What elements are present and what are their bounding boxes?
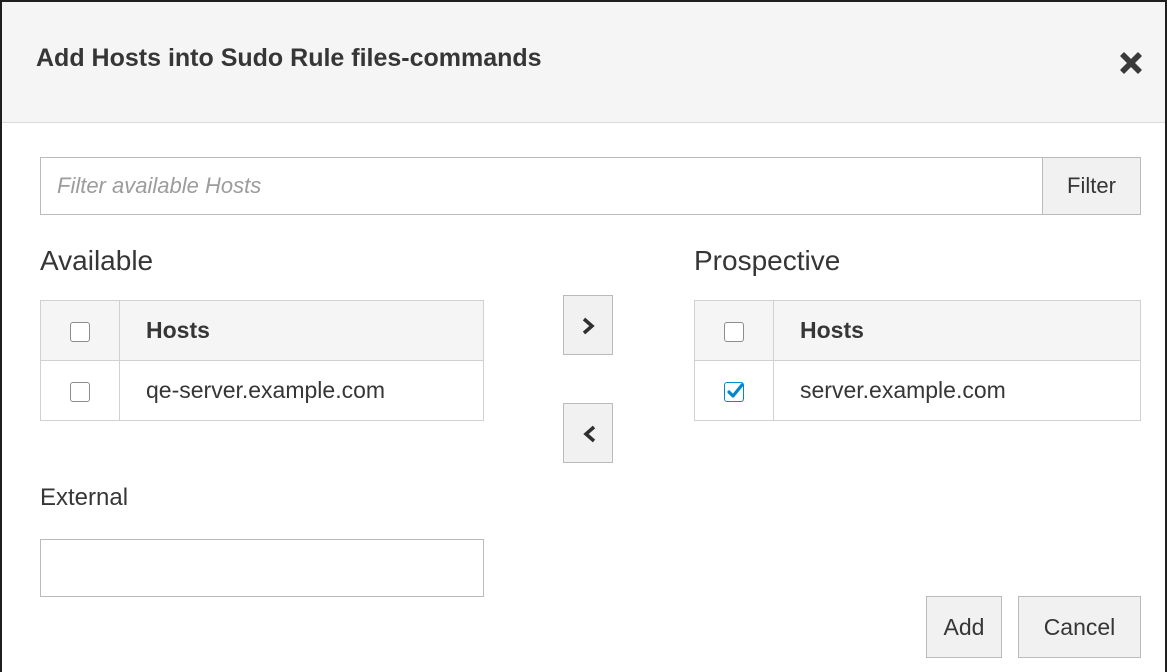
- prospective-label: Prospective: [694, 245, 841, 276]
- dialog-title: Add Hosts into Sudo Rule files-commands: [36, 44, 542, 72]
- chevron-left-icon: [583, 425, 596, 443]
- prospective-select-all-checkbox[interactable]: [724, 321, 744, 342]
- table-header-row: Hosts: [694, 300, 1141, 361]
- chevron-right-icon: [582, 317, 595, 335]
- host-name-cell: qe-server.example.com: [119, 360, 484, 421]
- row-checkbox-cell: [694, 360, 774, 421]
- available-row-checkbox[interactable]: [70, 381, 90, 402]
- hosts-column-header: Hosts: [773, 300, 1141, 361]
- checkmark-icon: [727, 383, 744, 398]
- add-hosts-dialog: Add Hosts into Sudo Rule files-commands …: [0, 0, 1167, 672]
- available-hosts-table: Hosts qe-server.example.com: [40, 300, 484, 421]
- table-row: server.example.com: [694, 360, 1141, 421]
- external-host-input[interactable]: [40, 539, 484, 597]
- prospective-hosts-table: Hosts server.example.com: [694, 300, 1141, 421]
- move-to-prospective-button[interactable]: [563, 295, 613, 355]
- filter-hosts-input[interactable]: [40, 157, 1042, 215]
- select-all-cell: [694, 300, 774, 361]
- host-name-cell: server.example.com: [773, 360, 1141, 421]
- cancel-button[interactable]: Cancel: [1018, 596, 1141, 658]
- external-label: External: [40, 484, 129, 511]
- table-row: qe-server.example.com: [40, 360, 484, 421]
- row-checkbox-cell: [40, 360, 120, 421]
- filter-button[interactable]: Filter: [1042, 157, 1141, 215]
- prospective-row-checkbox[interactable]: [724, 381, 744, 402]
- add-button[interactable]: Add: [926, 596, 1002, 658]
- table-header-row: Hosts: [40, 300, 484, 361]
- available-label: Available: [40, 245, 154, 276]
- select-all-cell: [40, 300, 120, 361]
- hosts-column-header: Hosts: [119, 300, 484, 361]
- close-icon[interactable]: [1114, 46, 1148, 80]
- available-select-all-checkbox[interactable]: [70, 321, 90, 342]
- dialog-header: Add Hosts into Sudo Rule files-commands: [2, 2, 1165, 123]
- move-to-available-button[interactable]: [563, 403, 613, 463]
